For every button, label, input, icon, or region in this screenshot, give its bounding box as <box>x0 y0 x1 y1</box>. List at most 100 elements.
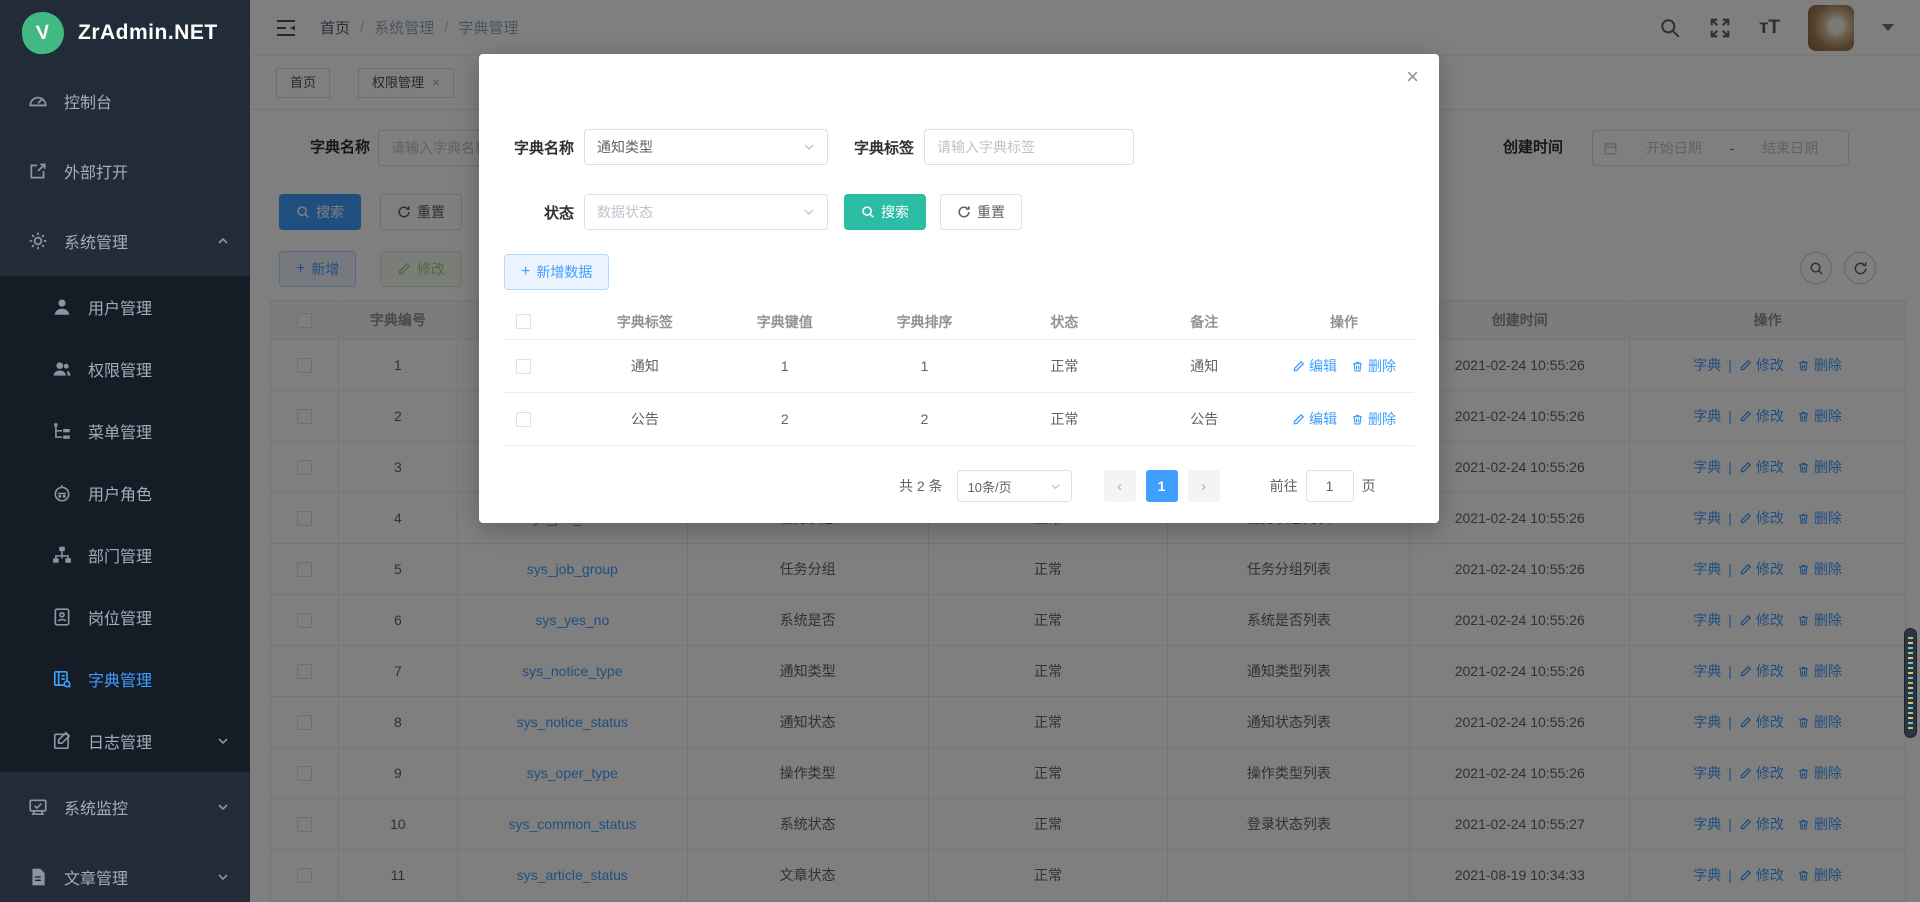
sidebar-item-external[interactable]: 外部打开 <box>0 136 250 206</box>
sidebar-item-dashboard[interactable]: 控制台 <box>0 66 250 136</box>
header-dict-key: 字典键值 <box>715 304 855 339</box>
log-edit-icon <box>52 731 72 751</box>
sidebar-item-label: 用户管理 <box>88 295 152 319</box>
dictionary-icon <box>52 669 72 689</box>
pagination-total: 共 2 条 <box>899 476 943 496</box>
sidebar-item-label: 部门管理 <box>88 543 152 567</box>
row-checkbox[interactable] <box>516 359 531 374</box>
logo-icon: V <box>20 10 66 56</box>
external-link-icon <box>28 161 48 181</box>
sidebar-item-label: 系统监控 <box>64 795 128 819</box>
sidebar-item-label: 用户角色 <box>88 481 152 505</box>
row-delete-link[interactable]: 删除 <box>1351 409 1396 429</box>
sidebar-item-articles[interactable]: 文章管理 <box>0 842 250 902</box>
chevron-down-icon <box>216 800 230 814</box>
dialog-table-header: 字典标签 字典键值 字典排序 状态 备注 操作 <box>504 304 1414 340</box>
refresh-icon <box>957 205 971 219</box>
trash-icon <box>1351 413 1364 426</box>
dict-key-cell: 2 <box>715 393 855 446</box>
sidebar-item-posts[interactable]: 岗位管理 <box>0 586 250 648</box>
user-icon <box>52 297 72 317</box>
row-edit-link[interactable]: 编辑 <box>1292 409 1337 429</box>
dict-label-input[interactable] <box>924 129 1134 165</box>
goto-page-input[interactable] <box>1306 470 1354 502</box>
dict-name-select[interactable]: 通知类型 <box>584 129 828 165</box>
sidebar-item-label: 日志管理 <box>88 729 152 753</box>
chevron-down-icon <box>803 141 815 153</box>
goto-label: 前往 <box>1270 476 1298 496</box>
next-page-button[interactable]: › <box>1188 470 1220 502</box>
sidebar-item-departments[interactable]: 部门管理 <box>0 524 250 586</box>
sidebar-item-label: 字典管理 <box>88 667 152 691</box>
pencil-icon <box>1292 360 1305 373</box>
dict-data-dialog: × 字典名称 通知类型 字典标签 状态 数据状态 搜索 重置 <box>479 54 1439 523</box>
logo: V ZrAdmin.NET <box>0 0 250 66</box>
status-cell: 正常 <box>994 340 1134 393</box>
plus-icon: + <box>521 264 530 280</box>
goto-unit: 页 <box>1362 476 1376 496</box>
dialog-add-data-button[interactable]: + 新增数据 <box>504 254 609 290</box>
sidebar-item-users[interactable]: 用户管理 <box>0 276 250 338</box>
prev-page-button[interactable]: ‹ <box>1104 470 1136 502</box>
chevron-down-icon <box>803 206 815 218</box>
sidebar-item-monitor[interactable]: 系统监控 <box>0 772 250 842</box>
document-icon <box>28 867 48 887</box>
sidebar-item-menus[interactable]: 菜单管理 <box>0 400 250 462</box>
header-operations: 操作 <box>1274 304 1414 339</box>
sidebar-item-permissions[interactable]: 权限管理 <box>0 338 250 400</box>
remark-cell: 公告 <box>1134 393 1274 446</box>
dialog-search-button[interactable]: 搜索 <box>844 194 926 230</box>
close-icon[interactable]: × <box>1406 66 1419 88</box>
dashboard-icon <box>28 91 48 111</box>
monitor-icon <box>28 797 48 817</box>
org-tree-icon <box>52 545 72 565</box>
row-edit-link[interactable]: 编辑 <box>1292 356 1337 376</box>
page-number-1[interactable]: 1 <box>1146 470 1178 502</box>
header-dict-label: 字典标签 <box>575 304 715 339</box>
sidebar-item-label: 外部打开 <box>64 159 128 183</box>
header-status: 状态 <box>994 304 1134 339</box>
dict-label-cell: 公告 <box>575 393 715 446</box>
sidebar-item-label: 岗位管理 <box>88 605 152 629</box>
status-select[interactable]: 数据状态 <box>584 194 828 230</box>
menu-tree-icon <box>52 421 72 441</box>
system-submenu: 用户管理 权限管理 菜单管理 用户角色 部门管理 岗位管理 <box>0 276 250 772</box>
dialog-filter-row-2: 状态 数据状态 搜索 重置 <box>504 194 1022 230</box>
page-size-select[interactable]: 10条/页 <box>957 470 1072 502</box>
dialog-table-row: 公告 2 2 正常 公告 编辑 删除 <box>504 393 1414 446</box>
pencil-icon <box>1292 413 1305 426</box>
gear-icon <box>28 231 48 251</box>
row-checkbox[interactable] <box>516 412 531 427</box>
status-cell: 正常 <box>994 393 1134 446</box>
robot-icon <box>52 483 72 503</box>
pagination: 共 2 条 10条/页 ‹ 1 › 前往 页 <box>899 470 1376 502</box>
chevron-up-icon <box>216 234 230 248</box>
app-window: V ZrAdmin.NET 控制台 外部打开 系统管理 用户管理 权限管理 <box>0 0 1920 902</box>
chevron-down-icon <box>1050 481 1061 492</box>
sidebar-item-logs[interactable]: 日志管理 <box>0 710 250 772</box>
status-label: 状态 <box>504 202 584 223</box>
scrollbar-thumb[interactable] <box>1904 628 1917 738</box>
sidebar-item-dictionary[interactable]: 字典管理 <box>0 648 250 710</box>
sidebar-item-user-roles[interactable]: 用户角色 <box>0 462 250 524</box>
logo-text: ZrAdmin.NET <box>78 21 218 45</box>
dialog-reset-button[interactable]: 重置 <box>940 194 1022 230</box>
sidebar-item-system[interactable]: 系统管理 <box>0 206 250 276</box>
sidebar: V ZrAdmin.NET 控制台 外部打开 系统管理 用户管理 权限管理 <box>0 0 250 902</box>
dialog-filter-row-1: 字典名称 通知类型 字典标签 <box>504 129 1134 165</box>
header-dict-sort: 字典排序 <box>855 304 995 339</box>
search-icon <box>861 205 875 219</box>
sidebar-item-label: 权限管理 <box>88 357 152 381</box>
dict-sort-cell: 1 <box>855 340 995 393</box>
chevron-down-icon <box>216 734 230 748</box>
scrollbar-stripes <box>1908 637 1913 729</box>
dict-sort-cell: 2 <box>855 393 995 446</box>
sidebar-item-label: 系统管理 <box>64 229 128 253</box>
trash-icon <box>1351 360 1364 373</box>
header-remark: 备注 <box>1134 304 1274 339</box>
sidebar-item-label: 文章管理 <box>64 865 128 889</box>
select-all-checkbox[interactable] <box>516 314 531 329</box>
row-delete-link[interactable]: 删除 <box>1351 356 1396 376</box>
dialog-table-row: 通知 1 1 正常 通知 编辑 删除 <box>504 340 1414 393</box>
remark-cell: 通知 <box>1134 340 1274 393</box>
